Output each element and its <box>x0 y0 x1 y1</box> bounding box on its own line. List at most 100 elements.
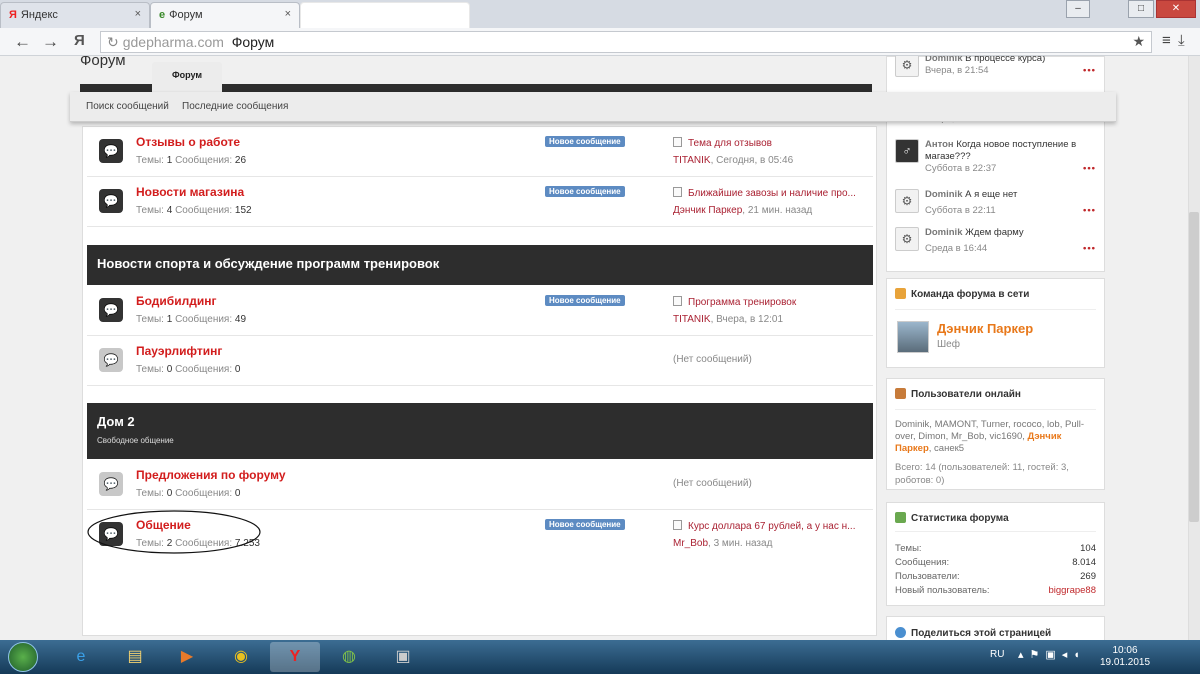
address-bar-row: ← → Я ↻ gdepharma.com Форум ★ ≡ ⤓ <box>0 28 1200 56</box>
forum-stats: Темы: 4 Сообщения: 152 <box>136 205 252 216</box>
avatar[interactable] <box>897 321 929 353</box>
maximize-button[interactable]: □ <box>1128 0 1154 18</box>
url-input[interactable]: ↻ gdepharma.com Форум ★ <box>100 31 1152 53</box>
reload-icon[interactable]: ↻ <box>107 34 119 50</box>
forum-title-link[interactable]: Новости магазина <box>136 185 244 199</box>
category-header[interactable]: Дом 2 Свободное общение <box>87 403 873 459</box>
bookmark-star-icon[interactable]: ★ <box>1132 33 1145 50</box>
forum-title-link[interactable]: Бодибилдинг <box>136 294 216 308</box>
last-post-link[interactable]: Программа тренировок <box>673 296 796 308</box>
forum-title-link[interactable]: Пауэрлифтинг <box>136 344 222 358</box>
last-post-meta: Mr_Bob, 3 мин. назад <box>673 538 773 549</box>
panel-title: Пользователи онлайн <box>895 388 1021 400</box>
tab-forum-active[interactable]: Форум <box>152 62 222 92</box>
staff-name-link[interactable]: Дэнчик Паркер <box>937 321 1033 336</box>
more-dots-icon[interactable]: ••• <box>1083 163 1096 174</box>
menu-icon[interactable]: ≡ <box>1162 32 1171 49</box>
clock[interactable]: 10:06 19.01.2015 <box>1090 645 1160 669</box>
avatar[interactable]: ⚙ <box>895 227 919 251</box>
stat-row: Новый пользователь: biggrape88 <box>895 585 1096 596</box>
last-post-user[interactable]: TITANIK <box>673 314 711 325</box>
shout-author[interactable]: Dominik <box>925 56 962 64</box>
close-window-button[interactable]: ✕ <box>1156 0 1196 18</box>
shout-author[interactable]: Dominik <box>925 189 962 200</box>
last-post-meta: Дэнчик Паркер, 21 мин. назад <box>673 205 813 216</box>
forum-row[interactable]: 💬 Новости магазина Темы: 4 Сообщения: 15… <box>87 177 873 227</box>
scrollbar-thumb[interactable] <box>1189 212 1199 522</box>
forum-chat-icon: 💬 <box>99 472 123 496</box>
search-messages-link[interactable]: Поиск сообщений <box>86 101 169 112</box>
forum-stats: Темы: 0 Сообщения: 0 <box>136 364 241 375</box>
last-post-user[interactable]: TITANIK <box>673 155 711 166</box>
new-message-badge: Новое сообщение <box>545 519 625 530</box>
category-header[interactable]: Новости спорта и обсуждение программ тре… <box>87 245 873 285</box>
yandex-home-icon[interactable]: Я <box>74 32 85 49</box>
browser-tab-bar: Я Яндекс × e Форум × – □ ✕ <box>0 0 1200 28</box>
recent-messages-link[interactable]: Последние сообщения <box>182 101 288 112</box>
user-icon <box>895 288 906 299</box>
download-icon[interactable]: ⤓ <box>1178 32 1185 49</box>
shout-item: ⚙ Dominik В процессе курса) Вчера, в 21:… <box>895 56 1100 93</box>
online-users-panel: Пользователи онлайн Dominik, MAMONT, Tur… <box>886 378 1105 490</box>
document-icon <box>673 520 682 530</box>
forum-title-link[interactable]: Отзывы о работе <box>136 135 240 149</box>
online-users-list[interactable]: Dominik, MAMONT, Turner, rococo, lob, Pu… <box>895 419 1100 455</box>
avatar[interactable]: ♂ <box>895 139 919 163</box>
last-post-meta: TITANIK, Вчера, в 12:01 <box>673 314 784 325</box>
avatar[interactable]: ⚙ <box>895 189 919 213</box>
last-post-link[interactable]: Курс доллара 67 рублей, а у нас н... <box>673 520 855 532</box>
last-post-link[interactable]: Ближайшие завозы и наличие про... <box>673 187 856 199</box>
last-post-link[interactable]: Тема для отзывов <box>673 137 772 149</box>
online-summary: Всего: 14 (пользователей: 11, гостей: 3,… <box>895 462 1069 486</box>
new-tab-button[interactable] <box>300 2 470 28</box>
forum-title-link[interactable]: Предложения по форуму <box>136 468 286 482</box>
file-explorer-icon[interactable]: ▤ <box>110 642 160 672</box>
more-dots-icon[interactable]: ••• <box>1083 243 1096 254</box>
forum-row[interactable]: 💬 Общение Темы: 2 Сообщения: 7.253 Новое… <box>87 510 873 560</box>
start-button[interactable] <box>8 642 38 672</box>
forum-row[interactable]: 💬 Отзывы о работе Темы: 1 Сообщения: 26 … <box>87 127 873 177</box>
forum-row[interactable]: 💬 Пауэрлифтинг Темы: 0 Сообщения: 0 (Нет… <box>87 336 873 386</box>
stat-row: Сообщения: 8.014 <box>895 557 1096 568</box>
back-arrow-icon[interactable]: ← <box>14 32 31 52</box>
shout-item: ⚙ Dominik Ждем фарму Среда в 16:44 ••• <box>895 227 1100 267</box>
avatar[interactable]: ⚙ <box>895 56 919 77</box>
panel-title: Статистика форума <box>895 512 1009 524</box>
internet-explorer-icon[interactable]: e <box>56 642 106 672</box>
more-dots-icon[interactable]: ••• <box>1083 65 1096 76</box>
category-title[interactable]: Дом 2 <box>97 414 135 429</box>
shout-text: Ждем фарму <box>965 227 1024 238</box>
shout-author[interactable]: Антон <box>925 139 954 150</box>
forward-arrow-icon[interactable]: → <box>42 32 59 52</box>
yandex-browser-icon[interactable]: Y <box>270 642 320 672</box>
minimize-button[interactable]: – <box>1066 0 1090 18</box>
network-app-icon[interactable]: ◍ <box>324 642 374 672</box>
last-post-user[interactable]: Mr_Bob <box>673 538 708 549</box>
stat-row: Пользователи: 269 <box>895 571 1096 582</box>
category-title[interactable]: Новости спорта и обсуждение программ тре… <box>97 256 439 271</box>
new-message-badge: Новое сообщение <box>545 136 625 147</box>
language-indicator[interactable]: RU <box>990 649 1004 660</box>
close-tab-icon[interactable]: × <box>285 8 291 20</box>
chrome-icon[interactable]: ◉ <box>216 642 266 672</box>
forum-chat-icon: 💬 <box>99 139 123 163</box>
new-user-link[interactable]: biggrape88 <box>1048 585 1096 596</box>
sub-navigation: Поиск сообщений Последние сообщения <box>70 92 1116 122</box>
category-description: Свободное общение <box>97 436 174 445</box>
tray-icons[interactable]: ▴⚑▣◂◖ <box>1018 648 1086 661</box>
more-dots-icon[interactable]: ••• <box>1083 205 1096 216</box>
hand-drawn-circle-annotation <box>87 510 261 554</box>
media-player-icon[interactable]: ▶ <box>162 642 212 672</box>
shout-time: Среда в 16:44 <box>925 243 988 254</box>
tab-yandex[interactable]: Я Яндекс × <box>0 2 150 28</box>
app-window-icon[interactable]: ▣ <box>378 642 428 672</box>
close-tab-icon[interactable]: × <box>135 8 141 20</box>
forum-row[interactable]: 💬 Предложения по форуму Темы: 0 Сообщени… <box>87 460 873 510</box>
tab-forum[interactable]: e Форум × <box>150 2 300 28</box>
team-online-panel: Команда форума в сети Дэнчик Паркер Шеф <box>886 278 1105 368</box>
shout-author[interactable]: Dominik <box>925 227 962 238</box>
last-post-user[interactable]: Дэнчик Паркер <box>673 205 742 216</box>
forum-row[interactable]: 💬 Бодибилдинг Темы: 1 Сообщения: 49 Ново… <box>87 286 873 336</box>
shout-time: Суббота в 22:11 <box>925 205 996 216</box>
shout-time: Суббота в 22:37 <box>925 163 997 174</box>
